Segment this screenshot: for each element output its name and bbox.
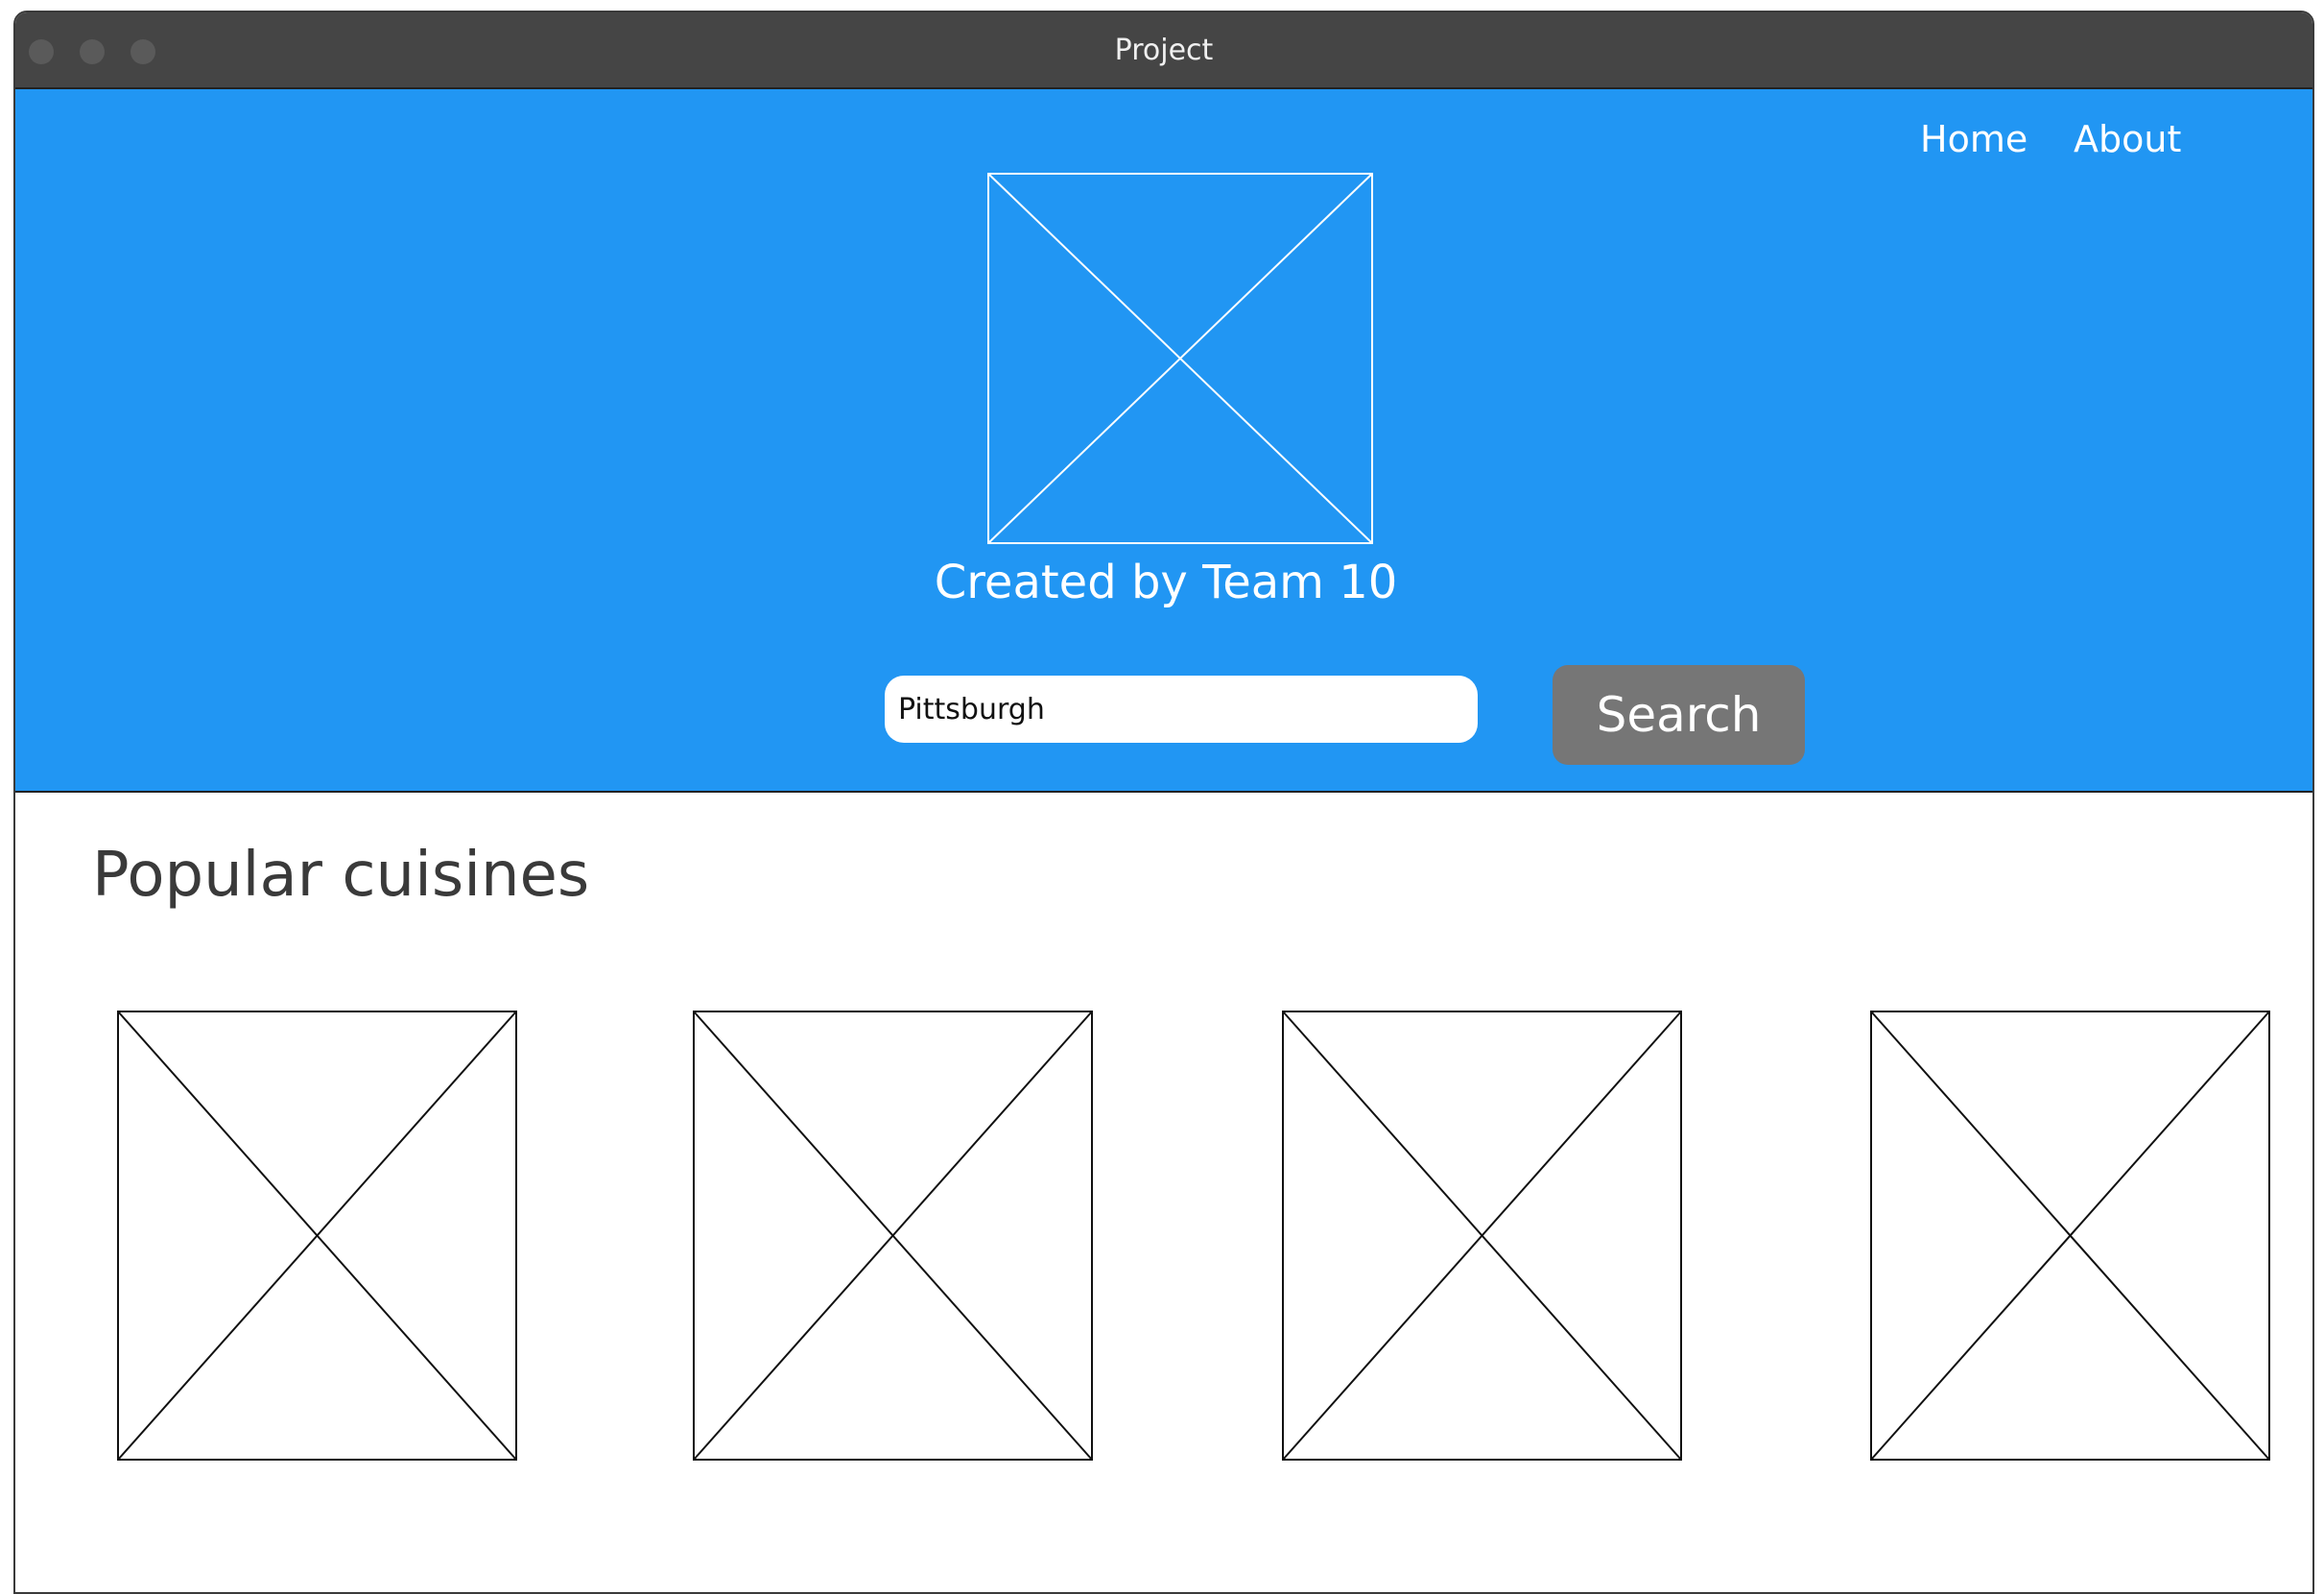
- window-title: Project: [1114, 34, 1214, 67]
- title-bar: Project: [15, 12, 2312, 89]
- cuisine-card-1-image-placeholder-icon[interactable]: [117, 1011, 517, 1461]
- cuisine-card-3-image-placeholder-icon[interactable]: [1282, 1011, 1682, 1461]
- cuisine-card-2-image-placeholder-icon[interactable]: [693, 1011, 1093, 1461]
- team-credit-text: Created by Team 10: [934, 556, 1398, 609]
- nav-link-about[interactable]: About: [2074, 118, 2181, 160]
- search-button[interactable]: Search: [1553, 665, 1805, 765]
- nav-link-home[interactable]: Home: [1920, 118, 2028, 160]
- section-title: Popular cuisines: [92, 840, 590, 911]
- app-window: Project Home About Created by Team 10 Se…: [13, 11, 2314, 1594]
- hero-header: Home About Created by Team 10 Search: [15, 89, 2312, 793]
- image-placeholder-icon: [987, 173, 1373, 544]
- cuisine-card-4-image-placeholder-icon[interactable]: [1870, 1011, 2270, 1461]
- search-input[interactable]: [885, 676, 1478, 743]
